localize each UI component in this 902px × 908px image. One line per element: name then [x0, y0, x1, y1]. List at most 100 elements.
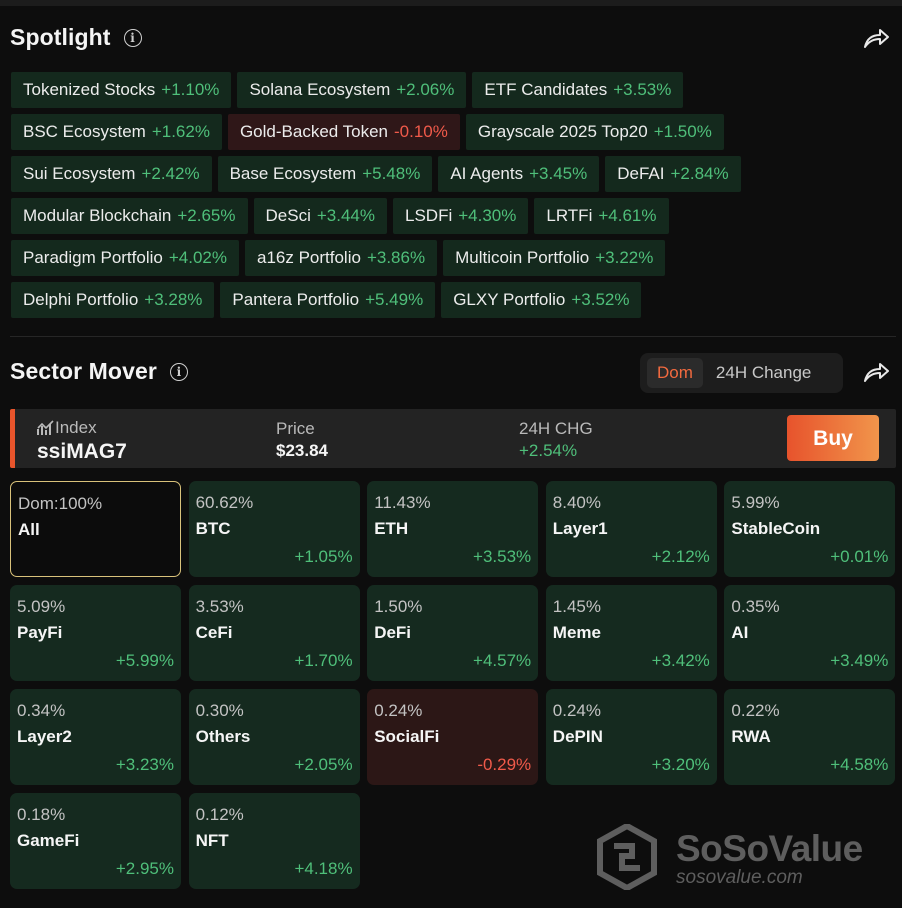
spotlight-chip[interactable]: AI Agents +3.45%	[438, 156, 600, 192]
tile-name: StableCoin	[731, 519, 821, 538]
tile-name: DePIN	[552, 727, 603, 746]
change-label: 24H CHG	[519, 419, 593, 438]
chip-row: BSC Ecosystem +1.62% Gold-Backed Token -0.1…	[11, 114, 891, 150]
tile-change: -0.29%	[477, 755, 532, 774]
sector-tile[interactable]: 5.09% PayFi +5.99%	[10, 585, 181, 681]
tile-change: +5.99%	[115, 651, 174, 670]
sector-tile[interactable]: 0.24% DePIN +3.20%	[545, 689, 717, 785]
spotlight-chip[interactable]: Base Ecosystem +5.48%	[217, 156, 433, 192]
sector-tile[interactable]: 0.22% RWA +4.58%	[724, 689, 896, 785]
sector-tile[interactable]: 8.40% Layer1 +2.12%	[545, 481, 717, 577]
tile-name: Others	[195, 727, 251, 746]
tile-dominance: 1.50%	[374, 597, 423, 616]
chip-change: +4.61%	[598, 206, 657, 225]
tile-change: +2.05%	[294, 755, 353, 774]
chip-change: +1.50%	[653, 122, 712, 141]
chip-name: Tokenized Stocks	[23, 80, 156, 99]
sector-tile[interactable]: 0.34% Layer2 +3.23%	[10, 689, 181, 785]
chip-name: a16z Portfolio	[256, 248, 361, 267]
price-value: $23.84	[276, 441, 328, 460]
sector-tile[interactable]: 3.53% CeFi +1.70%	[188, 585, 360, 681]
tile-name: Layer1	[552, 519, 608, 538]
price-label: Price	[276, 419, 315, 438]
chip-change: +1.62%	[151, 122, 210, 141]
spotlight-chip[interactable]: Modular Blockchain +2.65%	[11, 198, 248, 234]
sector-tile[interactable]: 1.45% Meme +3.42%	[545, 585, 717, 681]
spotlight-chip[interactable]: ETF Candidates +3.53%	[472, 72, 684, 108]
tile-dominance: 0.30%	[195, 701, 244, 720]
chip-change: +5.49%	[365, 290, 424, 309]
spotlight-chip[interactable]: Delphi Portfolio +3.28%	[11, 282, 215, 318]
tile-dominance: 0.35%	[731, 597, 780, 616]
chip-change: +2.65%	[177, 206, 236, 225]
toggle-24h-change[interactable]: 24H Change	[706, 358, 821, 388]
chip-name: Gold-Backed Token	[239, 122, 389, 141]
tile-name: Layer2	[17, 727, 72, 746]
buy-button[interactable]: Buy	[787, 415, 879, 461]
spotlight-chip[interactable]: a16z Portfolio +3.86%	[244, 240, 438, 276]
tile-name: GameFi	[17, 831, 80, 850]
spotlight-chip-grid: Tokenized Stocks +1.10% Solana Ecosystem +2…	[11, 72, 891, 324]
spotlight-chip[interactable]: DeSci +3.44%	[253, 198, 387, 234]
chip-name: BSC Ecosystem	[23, 122, 146, 141]
chip-name: Base Ecosystem	[229, 164, 357, 183]
sector-tile[interactable]: 0.12% NFT +4.18%	[188, 793, 360, 889]
tile-dominance: 5.99%	[731, 493, 780, 512]
tile-name: ETH	[374, 519, 409, 538]
sector-tile[interactable]: 0.30% Others +2.05%	[188, 689, 360, 785]
sector-tile[interactable]: 5.99% StableCoin +0.01%	[724, 481, 896, 577]
tile-dominance: 0.18%	[17, 805, 66, 824]
spotlight-chip[interactable]: BSC Ecosystem +1.62%	[11, 114, 222, 150]
sector-tile[interactable]: Dom:100% All	[10, 481, 181, 577]
index-label-row: Index	[37, 418, 97, 438]
tile-change: +4.18%	[294, 859, 353, 878]
spotlight-chip[interactable]: DeFAI +2.84%	[605, 156, 741, 192]
spotlight-chip[interactable]: Gold-Backed Token -0.10%	[227, 114, 460, 150]
spotlight-chip[interactable]: GLXY Portfolio +3.52%	[441, 282, 642, 318]
tile-change: +3.53%	[473, 547, 532, 566]
chip-name: Paradigm Portfolio	[23, 248, 163, 267]
spotlight-chip[interactable]: Grayscale 2025 Top20 +1.50%	[465, 114, 724, 150]
sector-tile[interactable]: 0.18% GameFi +2.95%	[10, 793, 181, 889]
spotlight-chip[interactable]: Sui Ecosystem +2.42%	[11, 156, 212, 192]
spotlight-chip[interactable]: Tokenized Stocks +1.10%	[11, 72, 232, 108]
tile-dominance: 1.45%	[552, 597, 601, 616]
share-icon[interactable]	[862, 360, 890, 384]
share-icon[interactable]	[862, 26, 890, 50]
spotlight-chip[interactable]: Multicoin Portfolio +3.22%	[443, 240, 666, 276]
tile-dominance: 60.62%	[195, 493, 254, 512]
chip-row: Modular Blockchain +2.65% DeSci +3.44% LSDFi…	[11, 198, 891, 234]
chip-change: +3.28%	[144, 290, 203, 309]
tile-change: +3.20%	[651, 755, 710, 774]
sector-tile[interactable]: 0.24% SocialFi -0.29%	[367, 689, 539, 785]
tile-change: +3.49%	[830, 651, 889, 670]
top-edge-bar	[0, 0, 902, 6]
chip-name: LRTFi	[546, 206, 593, 225]
spotlight-chip[interactable]: LRTFi +4.61%	[534, 198, 669, 234]
chip-row: Tokenized Stocks +1.10% Solana Ecosystem +2…	[11, 72, 891, 108]
spotlight-chip[interactable]: LSDFi +4.30%	[393, 198, 529, 234]
sector-tile[interactable]: 0.35% AI +3.49%	[724, 585, 896, 681]
chip-name: LSDFi	[405, 206, 453, 225]
sector-mover-title: Sector Mover	[10, 358, 157, 384]
sector-tile[interactable]: 11.43% ETH +3.53%	[367, 481, 539, 577]
spotlight-chip[interactable]: Paradigm Portfolio +4.02%	[11, 240, 239, 276]
tile-name: DeFi	[374, 623, 412, 642]
chip-name: Delphi Portfolio	[23, 290, 139, 309]
tile-change: +4.58%	[830, 755, 889, 774]
sector-tile[interactable]: 1.50% DeFi +4.57%	[367, 585, 539, 681]
tile-change: +1.70%	[294, 651, 353, 670]
spotlight-chip[interactable]: Solana Ecosystem +2.06%	[237, 72, 467, 108]
sector-tile[interactable]: 60.62% BTC +1.05%	[188, 481, 360, 577]
tile-change: +1.05%	[294, 547, 353, 566]
info-icon[interactable]: i	[123, 28, 142, 47]
tile-dominance: 8.40%	[552, 493, 601, 512]
chip-change: +3.22%	[595, 248, 654, 267]
chip-change: +3.44%	[316, 206, 375, 225]
spotlight-chip[interactable]: Pantera Portfolio +5.49%	[220, 282, 436, 318]
toggle-dom[interactable]: Dom	[647, 358, 703, 388]
chip-name: Grayscale 2025 Top20	[477, 122, 648, 141]
index-bar[interactable]: Index ssiMAG7 Price $23.84 24H CHG +2.54…	[10, 409, 896, 468]
tile-change: +3.42%	[651, 651, 710, 670]
info-icon[interactable]: i	[169, 362, 188, 381]
